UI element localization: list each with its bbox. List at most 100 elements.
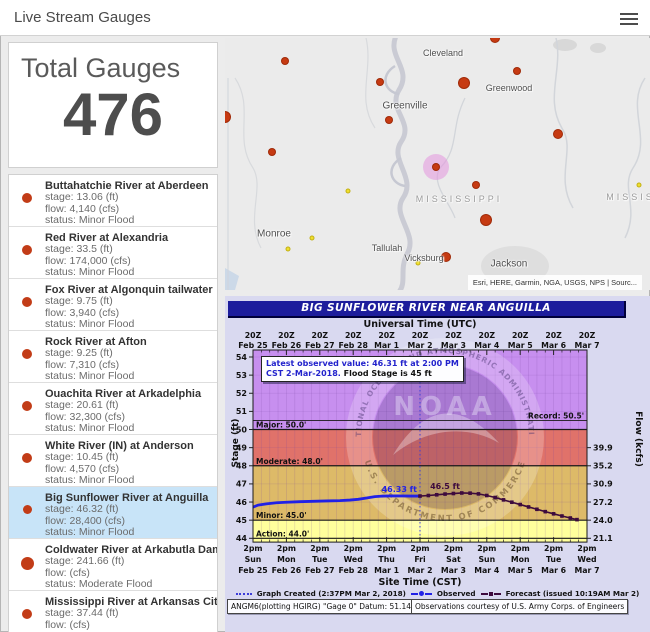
svg-text:20Z: 20Z bbox=[312, 331, 329, 340]
svg-text:2pm: 2pm bbox=[377, 544, 396, 553]
chart-title: BIG SUNFLOWER RIVER NEAR ANGUILLA bbox=[228, 301, 626, 318]
gauge-list-item[interactable]: Big Sunflower River at Anguillastage: 46… bbox=[9, 487, 217, 539]
svg-text:Sun: Sun bbox=[478, 555, 495, 564]
svg-text:52: 52 bbox=[236, 389, 247, 398]
gauge-list-item[interactable]: Fox River at Algonquin tailwaterstage: 9… bbox=[9, 279, 217, 331]
svg-text:Wed: Wed bbox=[577, 555, 596, 564]
map-gauge-dot[interactable] bbox=[637, 183, 642, 188]
svg-text:2pm: 2pm bbox=[410, 544, 429, 553]
gauge-status: status: Moderate Flood bbox=[45, 579, 213, 591]
gauge-list-item[interactable]: Ouachita River at Arkadelphiastage: 20.6… bbox=[9, 383, 217, 435]
svg-text:20Z: 20Z bbox=[378, 331, 395, 340]
gauge-list-item[interactable]: White River (IN) at Andersonstage: 10.45… bbox=[9, 435, 217, 487]
gauge-list-item[interactable]: Rock River at Aftonstage: 9.25 (ft)flow:… bbox=[9, 331, 217, 383]
gauge-list[interactable]: Buttahatchie River at Aberdeenstage: 13.… bbox=[8, 174, 218, 632]
left-axis-label: Stage (ft) bbox=[231, 408, 241, 478]
svg-text:47: 47 bbox=[236, 480, 247, 489]
gauge-status-dot bbox=[22, 401, 32, 411]
gauge-list-item[interactable]: Buttahatchie River at Aberdeenstage: 13.… bbox=[9, 175, 217, 227]
gauge-status: status: Minor Flood bbox=[45, 423, 213, 435]
total-gauges-label: Total Gauges bbox=[21, 53, 217, 84]
svg-text:2pm: 2pm bbox=[444, 544, 463, 553]
legend-observed: Observed bbox=[437, 589, 476, 598]
map-gauge-dot[interactable] bbox=[376, 78, 384, 86]
svg-text:20Z: 20Z bbox=[579, 331, 596, 340]
chart-legend: Graph Created (2:37PM Mar 2, 2018) Obser… bbox=[225, 589, 650, 598]
svg-text:Fri: Fri bbox=[414, 555, 426, 564]
gauge-status: status: Minor Flood bbox=[45, 267, 213, 279]
annotation-line2-black: Flood Stage is 45 ft bbox=[341, 369, 432, 378]
map-gauge-dot[interactable] bbox=[472, 181, 480, 189]
gauge-status-dot bbox=[22, 609, 32, 619]
svg-text:Mar 1: Mar 1 bbox=[374, 566, 399, 575]
svg-text:20Z: 20Z bbox=[245, 331, 262, 340]
map-state-label: MISSISSIPPI bbox=[416, 194, 503, 204]
hamburger-menu-icon[interactable] bbox=[620, 10, 638, 26]
svg-text:NOAA: NOAA bbox=[393, 392, 496, 422]
svg-text:2pm: 2pm bbox=[477, 544, 496, 553]
svg-text:Feb 26: Feb 26 bbox=[272, 341, 301, 350]
map-gauge-dot[interactable] bbox=[310, 236, 315, 241]
svg-text:2pm: 2pm bbox=[544, 544, 563, 553]
gauge-status-dot bbox=[22, 297, 32, 307]
svg-text:2pm: 2pm bbox=[344, 544, 363, 553]
svg-text:44: 44 bbox=[236, 534, 248, 543]
map[interactable]: Esri, HERE, Garmin, NGA, USGS, NPS | Sou… bbox=[225, 38, 650, 290]
svg-text:Mar 2: Mar 2 bbox=[407, 566, 432, 575]
svg-text:Sun: Sun bbox=[245, 555, 262, 564]
svg-text:20Z: 20Z bbox=[545, 331, 562, 340]
svg-text:Mar 6: Mar 6 bbox=[541, 341, 566, 350]
svg-text:Feb 28: Feb 28 bbox=[338, 341, 367, 350]
svg-text:54: 54 bbox=[236, 353, 248, 362]
svg-text:46: 46 bbox=[236, 498, 248, 507]
svg-text:Moderate: 48.0': Moderate: 48.0' bbox=[256, 457, 323, 466]
gauge-list-item[interactable]: Coldwater River at Arkabutla Damstage: 2… bbox=[9, 539, 217, 591]
forecast-peak-label: 46.5 ft bbox=[430, 482, 460, 491]
map-gauge-dot[interactable] bbox=[480, 214, 492, 226]
svg-text:2pm: 2pm bbox=[243, 544, 262, 553]
gage-datum-box: ANGM6(plotting HGIRG) "Gage 0" Datum: 51… bbox=[227, 599, 418, 614]
map-gauge-dot[interactable] bbox=[268, 148, 276, 156]
gauge-list-item[interactable]: Mississippi River at Arkansas Citystage:… bbox=[9, 591, 217, 632]
map-gauge-dot[interactable] bbox=[346, 189, 351, 194]
map-gauge-dot[interactable] bbox=[286, 247, 291, 252]
svg-text:Feb 27: Feb 27 bbox=[305, 341, 334, 350]
svg-text:20Z: 20Z bbox=[278, 331, 295, 340]
svg-text:21.1: 21.1 bbox=[593, 534, 613, 543]
gauge-stage: stage: 13.06 (ft) bbox=[45, 192, 213, 204]
svg-text:Mar 6: Mar 6 bbox=[541, 566, 566, 575]
gauge-status-dot bbox=[22, 245, 32, 255]
svg-text:Wed: Wed bbox=[344, 555, 363, 564]
map-gauge-dot[interactable] bbox=[513, 67, 521, 75]
svg-text:20Z: 20Z bbox=[479, 331, 496, 340]
app-header: Live Stream Gauges bbox=[0, 0, 650, 36]
observed-swatch bbox=[411, 591, 432, 596]
total-gauges-value: 476 bbox=[9, 84, 217, 146]
svg-text:Tue: Tue bbox=[312, 555, 327, 564]
gauge-status-dot bbox=[22, 193, 32, 203]
gauge-status: status: Minor Flood bbox=[45, 215, 213, 227]
map-gauge-dot[interactable] bbox=[432, 163, 440, 171]
svg-text:24.0: 24.0 bbox=[593, 516, 613, 525]
map-gauge-dot[interactable] bbox=[281, 57, 289, 65]
map-city-label: Tallulah bbox=[372, 243, 403, 253]
map-gauge-dot[interactable] bbox=[385, 116, 393, 124]
svg-text:39.9: 39.9 bbox=[593, 443, 613, 452]
svg-text:Mar 5: Mar 5 bbox=[508, 341, 533, 350]
svg-text:Mar 3: Mar 3 bbox=[441, 566, 466, 575]
map-gauge-dot[interactable] bbox=[458, 77, 470, 89]
gauge-stage: stage: 9.25 (ft) bbox=[45, 348, 213, 360]
svg-text:20Z: 20Z bbox=[345, 331, 362, 340]
map-city-label: Monroe bbox=[257, 229, 291, 240]
app-window: Live Stream Gauges Total Gauges 476 Butt… bbox=[0, 0, 650, 632]
svg-text:Thu: Thu bbox=[378, 555, 394, 564]
svg-text:Mar 7: Mar 7 bbox=[574, 566, 599, 575]
svg-text:2pm: 2pm bbox=[277, 544, 296, 553]
gauge-status: status: Minor Flood bbox=[45, 527, 213, 539]
svg-text:Mar 4: Mar 4 bbox=[474, 341, 500, 350]
page-title: Live Stream Gauges bbox=[14, 0, 151, 36]
svg-text:Mon: Mon bbox=[277, 555, 296, 564]
map-gauge-dot[interactable] bbox=[553, 129, 563, 139]
gauge-list-item[interactable]: Red River at Alexandriastage: 33.5 (ft)f… bbox=[9, 227, 217, 279]
svg-text:Tue: Tue bbox=[546, 555, 561, 564]
